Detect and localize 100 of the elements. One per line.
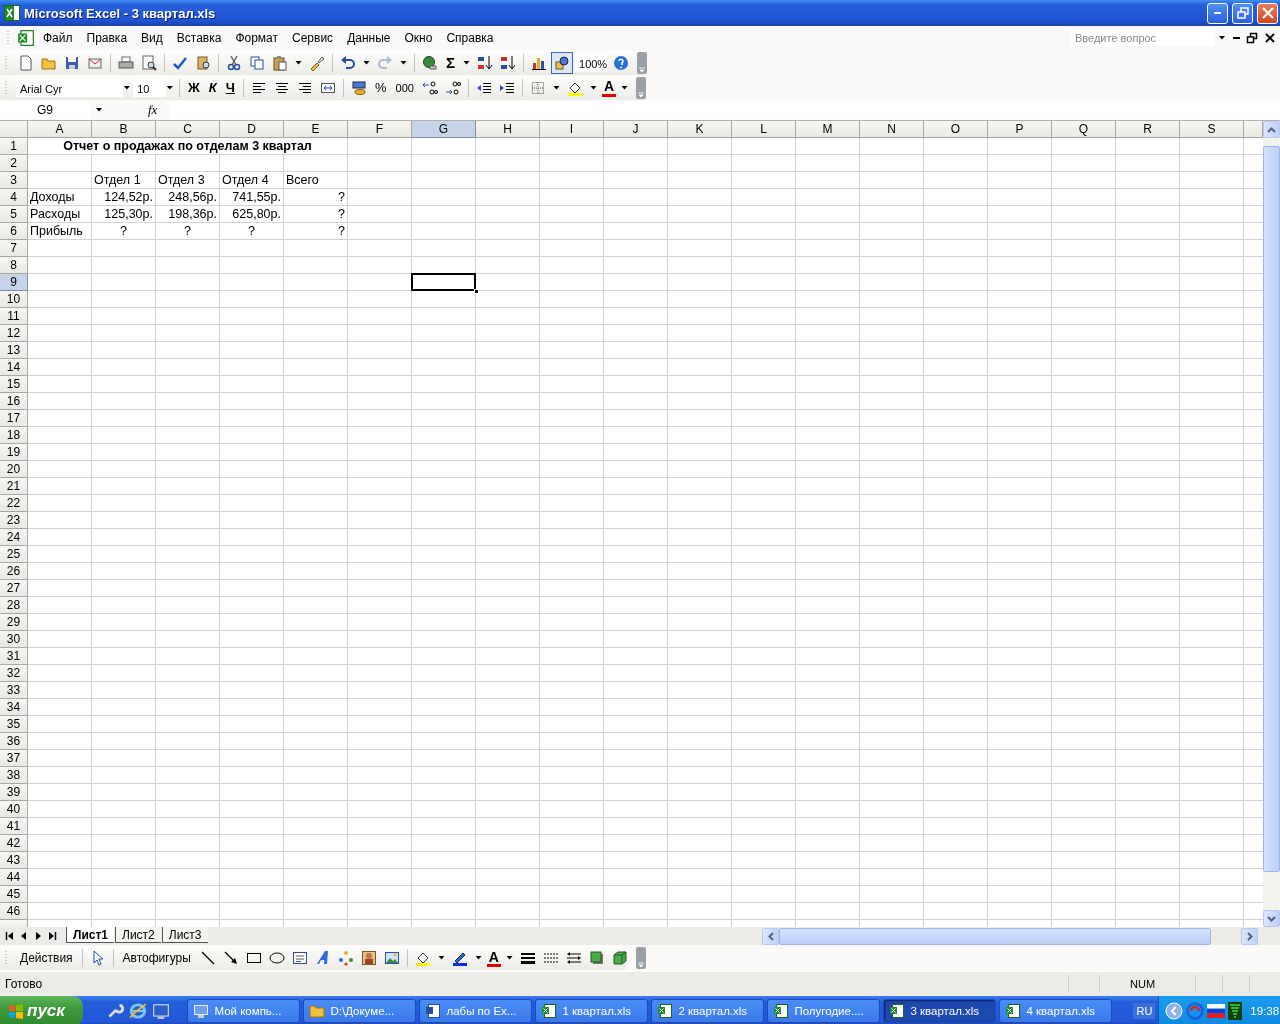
row-header[interactable]: 31	[0, 648, 28, 665]
row-header[interactable]: 27	[0, 580, 28, 597]
row-header[interactable]: 26	[0, 563, 28, 580]
column-header[interactable]: B	[92, 121, 156, 138]
font-size-dropdown[interactable]: 10	[133, 78, 167, 97]
grip-icon[interactable]	[5, 950, 8, 966]
row-header[interactable]: 11	[0, 308, 28, 325]
row-header[interactable]: 36	[0, 733, 28, 750]
column-header[interactable]: R	[1116, 121, 1180, 138]
close-icon[interactable]	[1264, 32, 1276, 44]
scroll-up-button[interactable]	[1263, 121, 1280, 138]
last-sheet-icon[interactable]	[46, 930, 58, 942]
row-header[interactable]: 40	[0, 801, 28, 818]
column-header[interactable]: O	[924, 121, 988, 138]
column-header[interactable]: K	[668, 121, 732, 138]
row-header[interactable]: 46	[0, 903, 28, 920]
taskbar-button[interactable]: 1 квартал.xls	[535, 999, 649, 1023]
active-cell[interactable]	[411, 273, 476, 291]
taskbar-button[interactable]: Полугодие....	[767, 999, 881, 1023]
print-preview-icon[interactable]	[139, 52, 159, 73]
row-header[interactable]: 3	[0, 172, 28, 189]
row-header[interactable]: 24	[0, 529, 28, 546]
menu-item[interactable]: Формат	[229, 29, 285, 47]
scroll-right-button[interactable]	[1241, 927, 1258, 945]
language-indicator[interactable]: RU	[1133, 1003, 1156, 1019]
bold-button[interactable]: Ж	[185, 77, 203, 98]
font-color-button[interactable]: A	[601, 78, 616, 97]
taskbar-button[interactable]: 4 квартал.xls	[999, 999, 1113, 1023]
row-header[interactable]: 1	[0, 138, 28, 155]
row-header[interactable]: 42	[0, 835, 28, 852]
column-header[interactable]: C	[156, 121, 220, 138]
column-header[interactable]: N	[860, 121, 924, 138]
thousands-separator-button[interactable]: 000	[392, 77, 417, 98]
toolbar-options-icon[interactable]	[637, 51, 648, 74]
row-header[interactable]: 45	[0, 886, 28, 903]
sheet-tab[interactable]: Лист3	[161, 927, 208, 943]
column-header[interactable]: I	[540, 121, 604, 138]
row-header[interactable]: 28	[0, 597, 28, 614]
row-header[interactable]: 32	[0, 665, 28, 682]
row-header[interactable]: 35	[0, 716, 28, 733]
sheet-tab[interactable]: Лист2	[115, 927, 161, 943]
column-header[interactable]: Q	[1052, 121, 1116, 138]
signal-icon[interactable]	[1228, 1002, 1243, 1020]
row-header[interactable]: 9	[0, 274, 28, 291]
column-header[interactable]: A	[28, 121, 92, 138]
percent-button[interactable]: %	[371, 77, 390, 98]
insert-function-button[interactable]: fx	[108, 102, 166, 118]
row-header[interactable]: 13	[0, 342, 28, 359]
column-header[interactable]: L	[732, 121, 796, 138]
scrollbar-thumb[interactable]	[1263, 146, 1280, 872]
font-color-button[interactable]: A	[486, 949, 501, 967]
row-header[interactable]: 29	[0, 614, 28, 631]
menu-item[interactable]: Данные	[341, 29, 397, 47]
menu-item[interactable]: Окно	[398, 29, 439, 47]
browser-icon[interactable]	[129, 1002, 148, 1020]
menu-item[interactable]: Вид	[135, 29, 169, 47]
row-header[interactable]: 19	[0, 444, 28, 461]
row-header[interactable]: 23	[0, 512, 28, 529]
row-header[interactable]: 33	[0, 682, 28, 699]
name-box[interactable]: G9	[0, 101, 90, 119]
menu-item[interactable]: Справка	[440, 29, 500, 47]
zoom-dropdown[interactable]: 100%	[575, 53, 609, 72]
column-header[interactable]: M	[796, 121, 860, 138]
taskbar-button[interactable]: лабы по Ex...	[419, 999, 533, 1023]
row-header[interactable]: 41	[0, 818, 28, 835]
column-header[interactable]: P	[988, 121, 1052, 138]
font-dropdown[interactable]: Arial Cyr	[16, 78, 123, 97]
row-header[interactable]: 39	[0, 784, 28, 801]
row-header[interactable]: 18	[0, 427, 28, 444]
row-header[interactable]: 25	[0, 546, 28, 563]
row-header[interactable]: 15	[0, 376, 28, 393]
taskbar-button[interactable]: Мой компь...	[187, 999, 301, 1023]
row-header[interactable]: 5	[0, 206, 28, 223]
row-header[interactable]: 37	[0, 750, 28, 767]
flag-icon[interactable]	[1207, 1004, 1226, 1018]
desktop-icon[interactable]	[152, 1002, 171, 1020]
formula-input-field[interactable]	[169, 101, 1280, 119]
taskbar-button[interactable]: 3 квартал.xls	[883, 999, 997, 1023]
row-header[interactable]: 20	[0, 461, 28, 478]
row-header[interactable]: 30	[0, 631, 28, 648]
row-header[interactable]: 10	[0, 291, 28, 308]
first-sheet-icon[interactable]	[4, 930, 16, 942]
scrollbar-thumb[interactable]	[779, 927, 1211, 945]
column-header[interactable]: E	[284, 121, 348, 138]
help-search-field[interactable]: Введите вопрос	[1071, 30, 1215, 46]
row-header[interactable]: 21	[0, 478, 28, 495]
menu-item[interactable]: Правка	[80, 29, 134, 47]
row-header[interactable]: 2	[0, 155, 28, 172]
row-header[interactable]: 17	[0, 410, 28, 427]
taskbar-button[interactable]: 2 квартал.xls	[651, 999, 765, 1023]
row-header[interactable]: 44	[0, 869, 28, 886]
autoshapes-menu[interactable]: Автофигуры	[118, 951, 192, 965]
minimize-button[interactable]	[1207, 2, 1228, 24]
row-header[interactable]: 34	[0, 699, 28, 716]
shapes-icon[interactable]	[552, 52, 572, 73]
menu-item[interactable]: Файл	[37, 29, 79, 47]
column-header[interactable]: F	[348, 121, 412, 138]
menu-item[interactable]: Сервис	[286, 29, 340, 47]
column-header[interactable]: H	[476, 121, 540, 138]
italic-button[interactable]: К	[205, 77, 220, 98]
